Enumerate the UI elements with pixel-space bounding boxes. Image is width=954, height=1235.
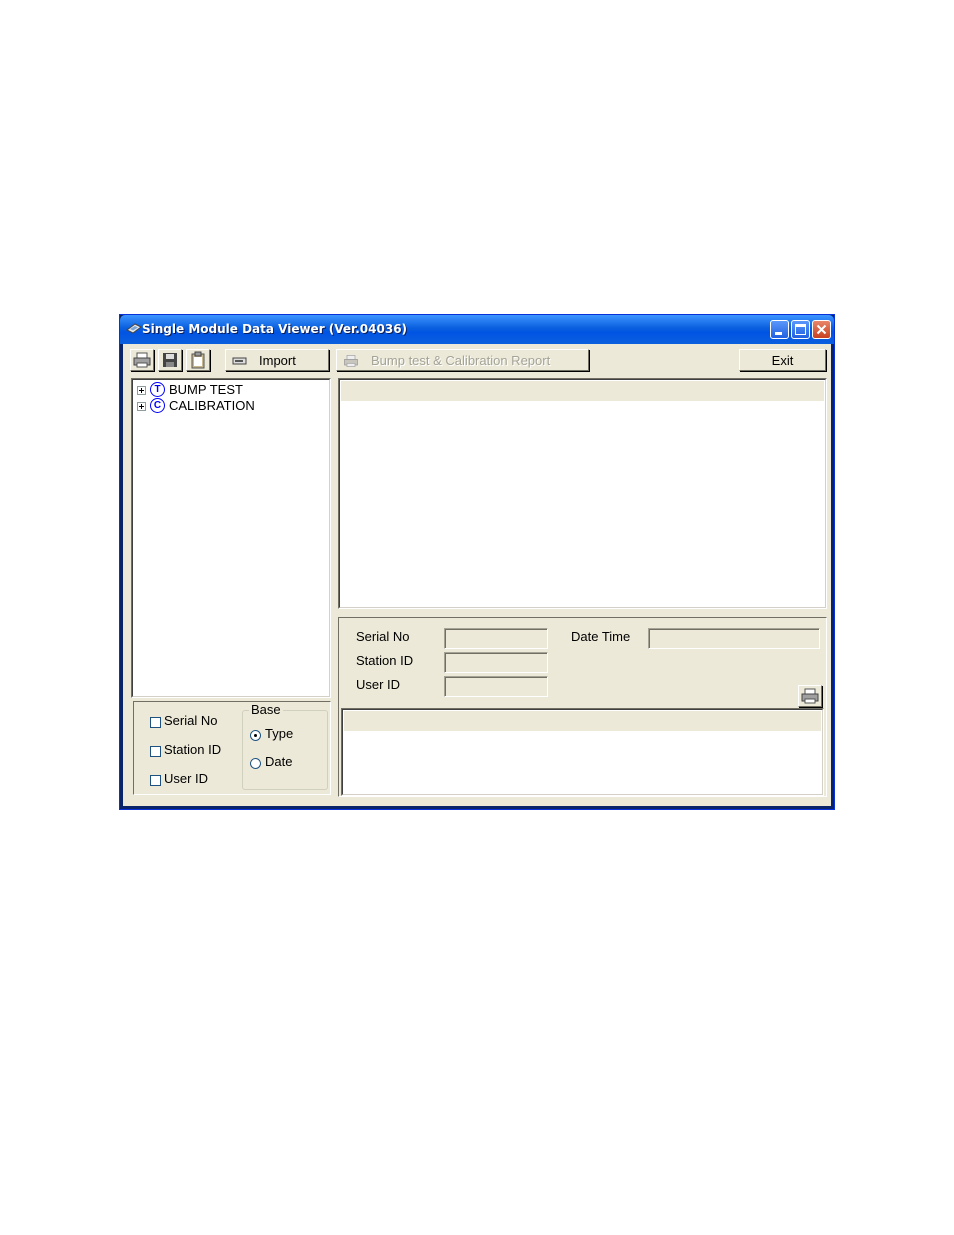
station-id-field [444, 652, 548, 673]
print-icon [133, 352, 151, 368]
user-id-checkbox[interactable] [150, 775, 161, 786]
detail-grid-header [344, 711, 821, 731]
serial-no-filter-label: Serial No [164, 713, 218, 728]
serial-no-label: Serial No [356, 629, 410, 644]
details-panel: Serial No Station ID User ID Date Time [338, 617, 827, 797]
expand-icon[interactable] [137, 402, 146, 411]
base-group-title: Base [249, 702, 283, 717]
import-button[interactable]: Import [225, 349, 329, 371]
records-grid-header [341, 381, 824, 401]
filter-panel: Serial No Station ID User ID Base Type D… [133, 701, 331, 795]
exit-label: Exit [771, 353, 794, 368]
import-label: Import [259, 353, 296, 368]
minimize-button[interactable] [770, 320, 789, 339]
bump-test-icon: T [150, 382, 165, 397]
exit-button[interactable]: Exit [739, 349, 826, 371]
calibration-icon: C [150, 398, 165, 413]
close-icon [816, 324, 827, 335]
minimize-icon [775, 332, 782, 335]
detail-grid[interactable] [341, 708, 824, 796]
station-id-checkbox[interactable] [150, 746, 161, 757]
clipboard-button[interactable] [186, 349, 210, 371]
client-area: Import Bump test & Calibration Report Ex… [123, 344, 831, 806]
save-icon [163, 353, 177, 367]
date-time-field [648, 628, 820, 649]
type-radio-label: Type [265, 726, 294, 741]
user-id-label: User ID [356, 677, 401, 692]
type-radio[interactable] [250, 730, 261, 741]
date-radio-label: Date [265, 754, 293, 769]
app-window: Single Module Data Viewer (Ver.04036) Im… [119, 314, 835, 810]
detail-print-button[interactable] [798, 685, 822, 707]
clipboard-icon [191, 351, 205, 369]
maximize-button[interactable] [791, 320, 810, 339]
serial-no-field [444, 628, 548, 649]
tree-view[interactable]: T BUMP TEST C CALIBRATION [131, 378, 331, 698]
expand-icon[interactable] [137, 386, 146, 395]
print-icon [344, 355, 358, 367]
date-time-label: Date Time [571, 629, 631, 644]
report-button[interactable]: Bump test & Calibration Report [336, 349, 589, 371]
import-icon [232, 357, 247, 365]
user-id-filter-label: User ID [164, 771, 209, 786]
pager-icon [126, 323, 142, 334]
title-bar[interactable]: Single Module Data Viewer (Ver.04036) [120, 315, 834, 344]
records-grid[interactable] [338, 378, 827, 609]
tree-item-label: CALIBRATION [169, 398, 255, 413]
print-button[interactable] [130, 349, 154, 371]
date-radio[interactable] [250, 758, 261, 769]
station-id-filter-label: Station ID [164, 742, 222, 757]
station-id-label: Station ID [356, 653, 414, 668]
print-icon [801, 688, 819, 704]
save-button[interactable] [158, 349, 182, 371]
user-id-field [444, 676, 548, 697]
window-title: Single Module Data Viewer (Ver.04036) [142, 322, 408, 336]
report-label: Bump test & Calibration Report [371, 353, 551, 368]
close-button[interactable] [812, 320, 831, 339]
tree-item-label: BUMP TEST [169, 382, 243, 397]
maximize-icon [795, 324, 806, 335]
base-groupbox: Base Type Date [242, 702, 328, 790]
serial-no-checkbox[interactable] [150, 717, 161, 728]
